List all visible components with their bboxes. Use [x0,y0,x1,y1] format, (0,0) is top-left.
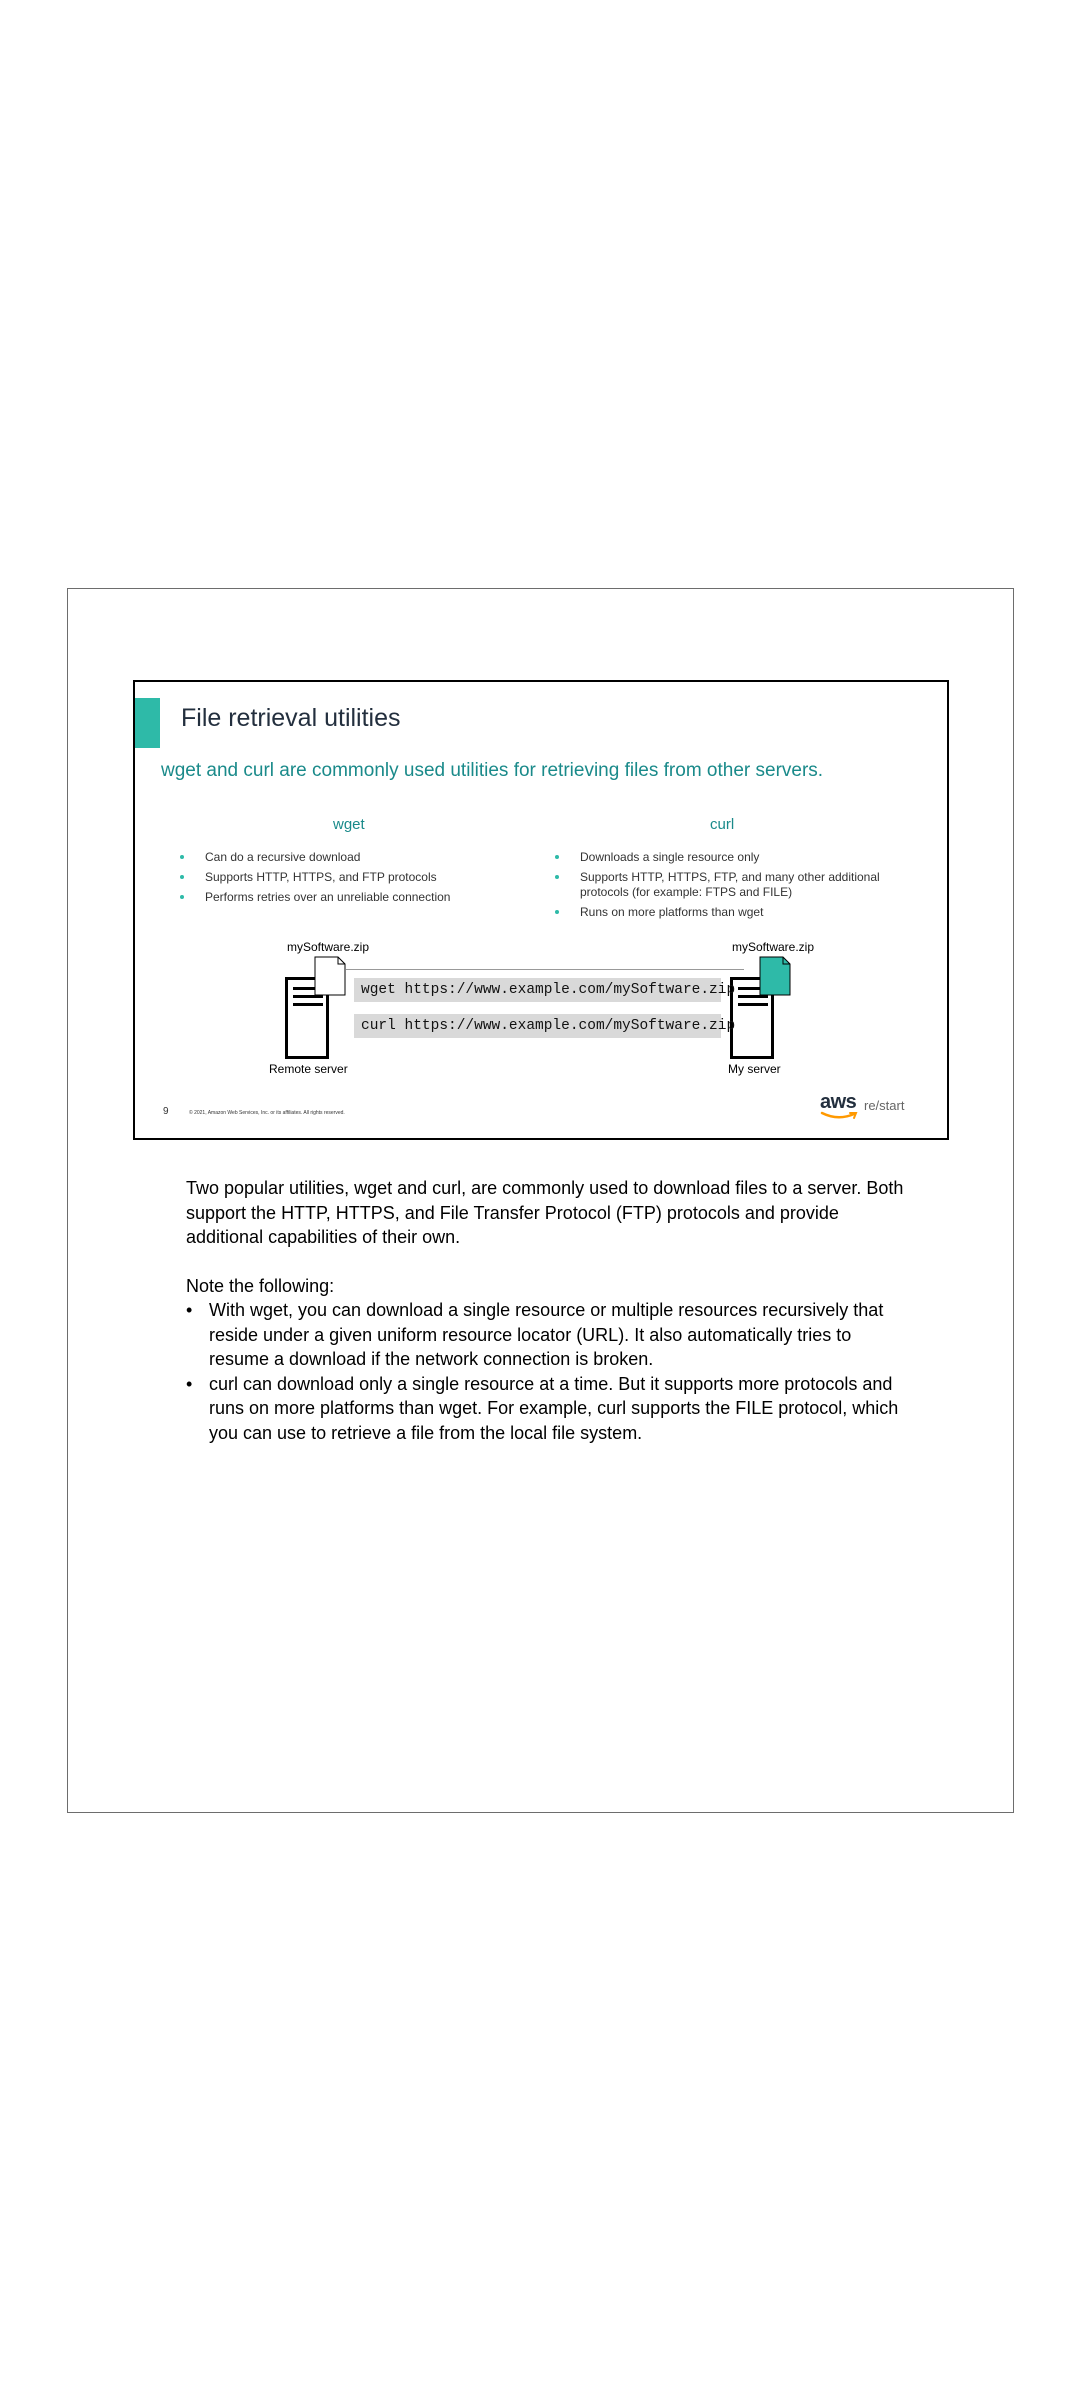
list-item: Supports HTTP, HTTPS, FTP, and many othe… [554,870,894,900]
page-number: 9 [163,1106,169,1117]
bullet-dot-icon [180,875,184,879]
list-item: • curl can download only a single resourc… [186,1373,899,1443]
remote-file-label: mySoftware.zip [287,940,370,954]
downloaded-file-icon [759,956,791,996]
my-server-label: My server [728,1062,781,1076]
bullet-icon: • [186,1300,193,1320]
wget-command: wget https://www.example.com/mySoftware.… [354,978,735,1002]
slide-subtitle: wget and curl are commonly used utilitie… [161,760,824,781]
curl-heading: curl [710,816,735,833]
notes-intro: Two popular utilities, wget and curl, ar… [186,1178,904,1247]
list-item: Performs retries over an unreliable conn… [179,890,509,905]
slide: File retrieval utilities wget and curl a… [133,680,949,1140]
aws-logo: aws [820,1091,858,1119]
wget-bullet-list: Can do a recursive download Supports HTT… [179,850,509,910]
notes-heading: Note the following: [186,1275,335,1296]
local-file-label: mySoftware.zip [732,940,815,954]
curl-command: curl https://www.example.com/mySoftware.… [354,1014,735,1038]
notes-bullet-list: • With wget, you can download a single re… [186,1298,906,1445]
list-item: Can do a recursive download [179,850,509,865]
aws-smile-icon [820,1111,858,1119]
bullet-dot-icon [180,895,184,899]
server-slot [738,1003,768,1006]
bullet-dot-icon [555,875,559,879]
restart-logo-text: re/start [864,1098,905,1113]
server-slot [293,1003,323,1006]
list-item: Downloads a single resource only [554,850,894,865]
speaker-notes: Two popular utilities, wget and curl, ar… [186,1176,906,1445]
bullet-dot-icon [180,855,184,859]
bullet-icon: • [186,1373,193,1394]
slide-title: File retrieval utilities [181,704,401,732]
copyright-notice: © 2021, Amazon Web Services, Inc. or its… [189,1110,345,1116]
wget-heading: wget [333,816,365,833]
curl-bullet-list: Downloads a single resource only Support… [554,850,894,925]
list-item: • With wget, you can download a single re… [186,1300,884,1369]
transfer-connector-line [346,969,744,970]
bullet-dot-icon [555,910,559,914]
remote-server-label: Remote server [269,1062,348,1076]
bullet-dot-icon [555,855,559,859]
title-accent-bar [135,698,160,748]
remote-file-icon [314,956,346,996]
list-item: Runs on more platforms than wget [554,905,894,920]
list-item: Supports HTTP, HTTPS, and FTP protocols [179,870,509,885]
